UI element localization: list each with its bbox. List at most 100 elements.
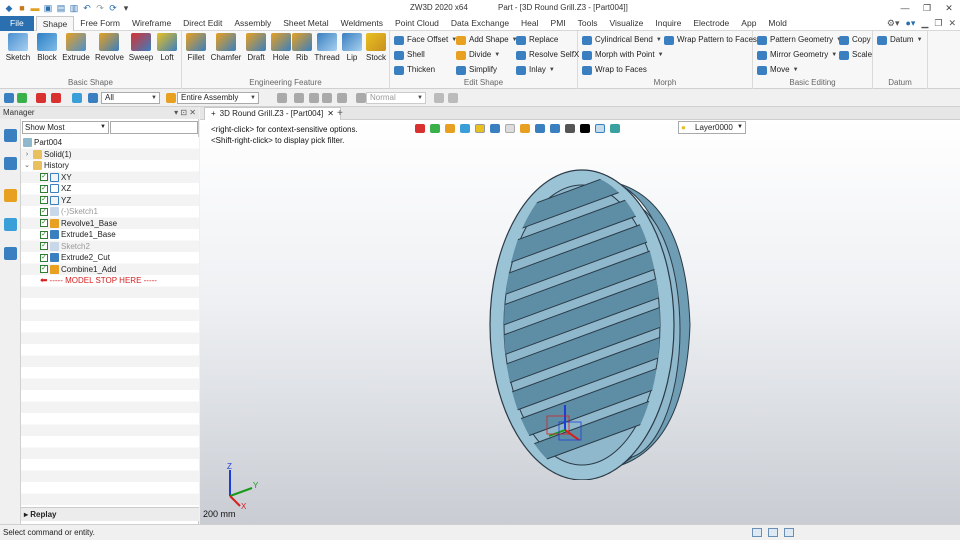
shell-button[interactable]: Shell <box>394 49 425 61</box>
tab-mold[interactable]: Mold <box>762 16 792 31</box>
morph-with-point-button[interactable]: Morph with Point ▼ <box>582 49 664 61</box>
face-offset-button[interactable]: Face Offset ▼ <box>394 34 457 46</box>
document-tab[interactable]: + 3D Round Grill.Z3 - [Part004] ✕ <box>204 107 341 120</box>
visual-manager-icon[interactable] <box>4 189 17 202</box>
manager-filter-select[interactable]: Show Most ▼ <box>22 121 109 134</box>
tab-tools[interactable]: Tools <box>572 16 604 31</box>
visibility-checkbox[interactable]: ✓ <box>40 196 48 204</box>
pick-filter-icon[interactable] <box>17 93 27 103</box>
resolve-selfx-button[interactable]: Resolve SelfX <box>516 49 579 61</box>
image-manager-icon[interactable] <box>4 218 17 231</box>
status-screen-icon[interactable] <box>768 528 778 537</box>
render-option-1-icon[interactable] <box>434 93 444 103</box>
loft-button[interactable]: Loft <box>153 33 181 62</box>
measure-icon[interactable] <box>322 93 332 103</box>
round-grill-model[interactable] <box>470 160 710 480</box>
divide-button[interactable]: Divide ▼ <box>456 49 500 61</box>
tree-item-extrude2[interactable]: ✓ Extrude2_Cut <box>40 252 110 263</box>
tab-visualize[interactable]: Visualize <box>604 16 650 31</box>
view-orient-icon[interactable] <box>430 123 440 133</box>
zoom-icon[interactable] <box>460 123 470 133</box>
expand-icon[interactable]: › <box>23 149 31 160</box>
shade-icon[interactable] <box>475 123 485 133</box>
save-icon[interactable]: ▣ <box>43 3 53 13</box>
collapse-icon[interactable]: ⌄ <box>23 160 31 171</box>
datum-button[interactable]: Datum ▼ <box>877 34 923 46</box>
thicken-button[interactable]: Thicken <box>394 64 435 76</box>
tree-item-sketch1[interactable]: ✓ (-)Sketch1 <box>40 206 98 217</box>
black-swatch-icon[interactable] <box>580 123 590 133</box>
inlay-button[interactable]: Inlay ▼ <box>516 64 555 76</box>
tab-app[interactable]: App <box>735 16 762 31</box>
tree-item-extrude1[interactable]: ✓ Extrude1_Base <box>40 229 116 240</box>
model-stop-marker[interactable]: ⬅ ----- MODEL STOP HERE ----- <box>40 275 157 286</box>
new-file-icon[interactable]: ■ <box>17 3 27 13</box>
assembly-manager-icon[interactable] <box>4 157 17 170</box>
tree-item-xz[interactable]: ✓ XZ <box>40 183 71 194</box>
fillet-button[interactable]: Fillet <box>182 33 210 62</box>
visibility-checkbox[interactable]: ✓ <box>40 265 48 273</box>
visibility-checkbox[interactable]: ✓ <box>40 173 48 181</box>
chamfer-button[interactable]: Chamfer <box>210 33 242 62</box>
regen-icon[interactable]: ⟳ <box>108 3 118 13</box>
filter-select[interactable]: All ▼ <box>101 92 160 104</box>
manager-search-input[interactable] <box>110 121 198 134</box>
graphics-viewport[interactable]: <right-click> for context-sensitive opti… <box>200 120 960 524</box>
tab-pmi[interactable]: PMI <box>545 16 572 31</box>
tree-item-yz[interactable]: ✓ YZ <box>40 195 71 206</box>
settings-icon[interactable]: ⚙▾ <box>887 18 900 29</box>
render-mode-select[interactable]: Normal ▼ <box>366 92 426 104</box>
display-mode-icon[interactable] <box>490 123 500 133</box>
tab-wireframe[interactable]: Wireframe <box>126 16 177 31</box>
tab-data-exchange[interactable]: Data Exchange <box>445 16 515 31</box>
dimension-icon[interactable] <box>337 93 347 103</box>
scale-button[interactable]: Scale <box>839 49 872 61</box>
visibility-checkbox[interactable]: ✓ <box>40 253 48 262</box>
print-icon[interactable]: ▥ <box>69 3 79 13</box>
tree-item-sketch2[interactable]: ✓ Sketch2 <box>40 241 90 252</box>
pencil-icon[interactable] <box>445 123 455 133</box>
filter-icon[interactable] <box>88 93 98 103</box>
tab-assembly[interactable]: Assembly <box>228 16 277 31</box>
panel-minimize-icon[interactable]: ▁ <box>921 18 928 29</box>
visibility-checkbox[interactable]: ✓ <box>40 230 48 239</box>
app-logo-icon[interactable]: ◆ <box>4 3 14 13</box>
panel-restore-icon[interactable]: ❐ <box>934 18 942 29</box>
close-icon[interactable]: ✕ <box>938 0 960 16</box>
save-all-icon[interactable]: ▤ <box>56 3 66 13</box>
remove-icon[interactable] <box>36 93 46 103</box>
copy-button[interactable]: Copy <box>839 34 871 46</box>
panel-close-icon[interactable]: ✕ <box>948 18 956 29</box>
user-icon[interactable] <box>4 247 17 260</box>
tab-point-cloud[interactable]: Point Cloud <box>389 16 445 31</box>
cylindrical-bend-button[interactable]: Cylindrical Bend ▼ <box>582 34 662 46</box>
status-window-icon[interactable] <box>784 528 794 537</box>
add-shape-button[interactable]: Add Shape ▼ <box>456 34 518 46</box>
tab-heal[interactable]: Heal <box>515 16 544 31</box>
revolve-button[interactable]: Revolve <box>95 33 124 62</box>
wrap-pattern-to-faces-button[interactable]: Wrap Pattern to Faces <box>664 34 757 46</box>
select-box-icon[interactable] <box>51 93 61 103</box>
tree-item-combine1[interactable]: ✓ Combine1_Add <box>40 264 116 275</box>
open-file-icon[interactable]: ▬ <box>30 3 40 13</box>
tab-free-form[interactable]: Free Form <box>74 16 126 31</box>
rib-button[interactable]: Rib <box>288 33 316 62</box>
axis-icon[interactable] <box>309 93 319 103</box>
sketch-button[interactable]: Sketch <box>4 33 32 62</box>
simplify-button[interactable]: Simplify <box>456 64 497 76</box>
tab-weldments[interactable]: Weldments <box>335 16 389 31</box>
hexagon-icon[interactable] <box>72 93 82 103</box>
customize-dropdown-icon[interactable]: ▾ <box>121 3 131 13</box>
history-manager-icon[interactable] <box>4 129 17 142</box>
move-button[interactable]: Move ▼ <box>757 64 799 76</box>
pattern-geometry-button[interactable]: Pattern Geometry▼ <box>757 34 842 46</box>
section-icon[interactable] <box>535 123 545 133</box>
undo-icon[interactable]: ↶ <box>82 3 92 13</box>
tab-file[interactable]: File <box>0 15 34 31</box>
material-icon[interactable] <box>520 123 530 133</box>
extrude-button[interactable]: Extrude <box>62 33 90 62</box>
sweep-button[interactable]: Sweep <box>127 33 155 62</box>
replay-bar[interactable]: ▸ Replay <box>21 507 199 521</box>
redo-icon[interactable]: ↷ <box>95 3 105 13</box>
new-tab-icon[interactable]: + <box>337 107 343 120</box>
